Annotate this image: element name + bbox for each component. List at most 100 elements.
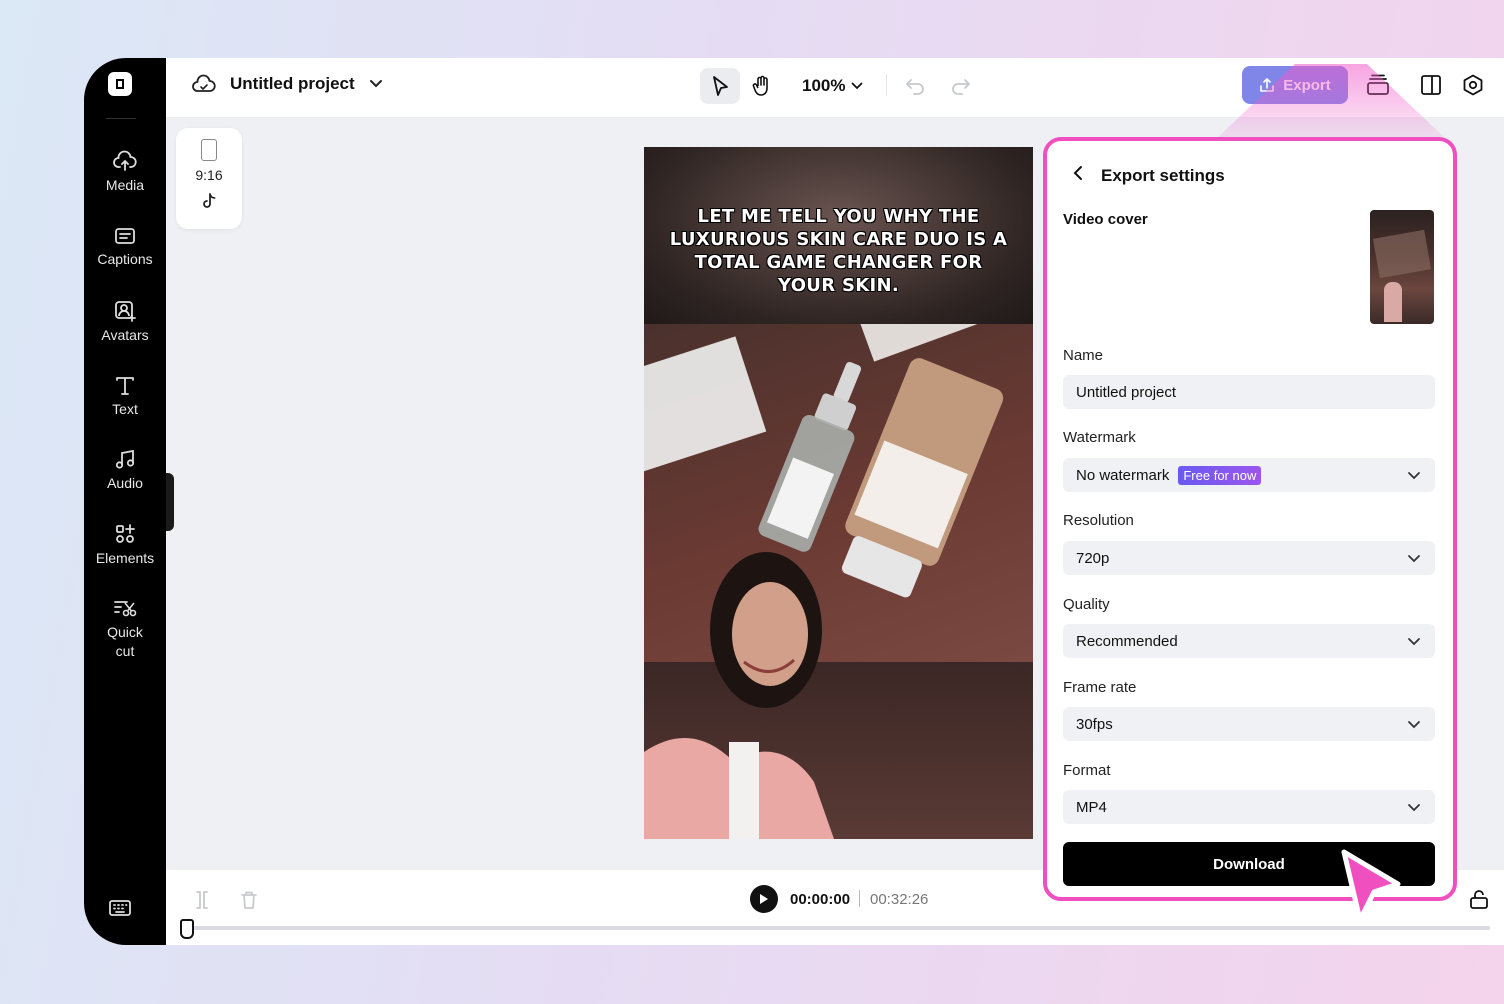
timeline-lock-button[interactable] — [1468, 888, 1490, 915]
back-button[interactable] — [1073, 165, 1083, 186]
quality-value: Recommended — [1076, 632, 1178, 650]
export-button[interactable]: Export — [1242, 66, 1348, 104]
sidebar-collapse-handle[interactable] — [166, 473, 174, 531]
playhead-handle[interactable] — [180, 919, 194, 939]
portrait-ratio-icon — [201, 139, 217, 161]
zoom-level: 100% — [802, 76, 846, 95]
time-divider — [859, 890, 860, 907]
resolution-value: 720p — [1076, 549, 1110, 567]
presenter-head-illustration — [710, 552, 822, 708]
chevron-down-icon — [1408, 471, 1420, 479]
settings-button[interactable] — [1462, 74, 1484, 101]
quick-cut-icon — [114, 601, 137, 617]
project-title: Untitled project — [230, 74, 355, 93]
undo-icon — [906, 79, 924, 95]
sidebar-item-label: Audio — [107, 475, 143, 491]
chevron-down-icon — [369, 80, 382, 88]
layers-button[interactable] — [1366, 74, 1390, 101]
chevron-down-icon — [1408, 720, 1420, 728]
hand-tool-button[interactable] — [742, 68, 782, 104]
undo-button[interactable] — [902, 68, 928, 104]
frame-rate-select[interactable]: 30fps — [1063, 707, 1435, 741]
sidebar-item-quick-cut[interactable]: Quick cut — [84, 597, 166, 661]
sidebar-item-label: Quick cut — [107, 624, 143, 659]
keyboard-shortcuts-button[interactable] — [108, 898, 132, 923]
export-settings-panel: Export settings Video cover Name Untitle… — [1043, 137, 1457, 901]
aspect-ratio-card[interactable]: 9:16 — [176, 128, 242, 229]
elements-icon — [116, 524, 135, 543]
video-cover-label: Video cover — [1063, 211, 1148, 228]
free-badge: Free for now — [1178, 465, 1262, 485]
pointer-icon — [713, 76, 728, 96]
presenter-illustration — [644, 738, 834, 839]
timeline-track[interactable] — [186, 926, 1490, 930]
format-select[interactable]: MP4 — [1063, 790, 1435, 824]
resolution-select[interactable]: 720p — [1063, 541, 1435, 575]
total-duration: 00:32:26 — [870, 891, 929, 908]
sidebar-item-captions[interactable]: Captions — [84, 226, 166, 269]
video-cover-thumbnail[interactable] — [1370, 210, 1434, 324]
sidebar-item-label: Media — [105, 177, 145, 193]
zoom-dropdown[interactable]: 100% — [802, 76, 863, 96]
aspect-ratio-label: 9:16 — [195, 167, 223, 183]
frame-rate-value: 30fps — [1076, 715, 1113, 733]
keyboard-icon — [109, 900, 131, 916]
name-label: Name — [1063, 347, 1104, 364]
sidebar-item-elements[interactable]: Elements — [84, 523, 166, 568]
captions-icon — [115, 228, 135, 244]
chevron-down-icon — [852, 82, 863, 90]
sidebar-item-media[interactable]: Media — [84, 150, 166, 195]
redo-icon — [952, 79, 970, 95]
chevron-left-icon — [1073, 166, 1082, 180]
trash-icon — [241, 891, 257, 909]
name-field-value: Untitled project — [1076, 383, 1177, 401]
sidebar-item-label: Text — [112, 401, 138, 417]
watermark-select[interactable]: No watermark Free for now — [1063, 458, 1435, 492]
video-presenter-panel — [644, 662, 1033, 839]
layers-icon — [1367, 74, 1389, 95]
panel-toggle-button[interactable] — [1420, 74, 1442, 101]
watermark-label: Watermark — [1063, 429, 1136, 446]
export-settings-title: Export settings — [1101, 165, 1225, 185]
video-caption-text: LET ME TELL YOU WHY THE LUXURIOUS SKIN C… — [669, 206, 1008, 296]
quality-select[interactable]: Recommended — [1063, 624, 1435, 658]
lock-icon — [1470, 890, 1488, 909]
split-button[interactable] — [193, 890, 211, 915]
sidebar-item-audio[interactable]: Audio — [84, 448, 166, 493]
app-logo[interactable] — [108, 72, 132, 96]
sidebar-item-label: Elements — [95, 550, 155, 566]
resolution-label: Resolution — [1063, 512, 1134, 529]
play-button[interactable] — [750, 885, 778, 913]
sidebar-item-label: Avatars — [101, 327, 149, 343]
chevron-down-icon — [1408, 554, 1420, 562]
format-value: MP4 — [1076, 798, 1107, 816]
frame-rate-label: Frame rate — [1063, 679, 1137, 696]
product-bottles-illustration — [644, 286, 1004, 598]
name-field[interactable]: Untitled project — [1063, 375, 1435, 409]
download-button-label: Download — [1213, 855, 1285, 873]
text-icon — [116, 377, 134, 395]
split-panel-icon — [1421, 75, 1441, 95]
tiktok-icon — [176, 193, 242, 212]
redo-button[interactable] — [948, 68, 974, 104]
left-sidebar: Media Captions Avatars Text Audio Elemen… — [84, 58, 166, 945]
select-tool-button[interactable] — [700, 68, 740, 104]
watermark-value: No watermark — [1076, 466, 1170, 484]
cloud-upload-icon — [113, 150, 137, 171]
quality-label: Quality — [1063, 596, 1110, 613]
delete-button[interactable] — [240, 890, 258, 915]
video-preview[interactable]: LET ME TELL YOU WHY THE LUXURIOUS SKIN C… — [644, 147, 1033, 839]
chevron-down-icon — [1408, 803, 1420, 811]
project-menu[interactable]: Untitled project — [192, 74, 383, 94]
avatar-icon — [115, 301, 136, 322]
sidebar-divider — [106, 118, 136, 119]
hand-icon — [752, 75, 768, 96]
cursor-pointer-icon — [1336, 846, 1408, 931]
export-button-label: Export — [1283, 76, 1331, 94]
chevron-down-icon — [1408, 637, 1420, 645]
sidebar-item-label: Captions — [97, 251, 153, 267]
upload-icon — [1260, 78, 1275, 92]
video-product-panel — [644, 286, 1033, 662]
sidebar-item-avatars[interactable]: Avatars — [84, 300, 166, 345]
sidebar-item-text[interactable]: Text — [84, 374, 166, 419]
